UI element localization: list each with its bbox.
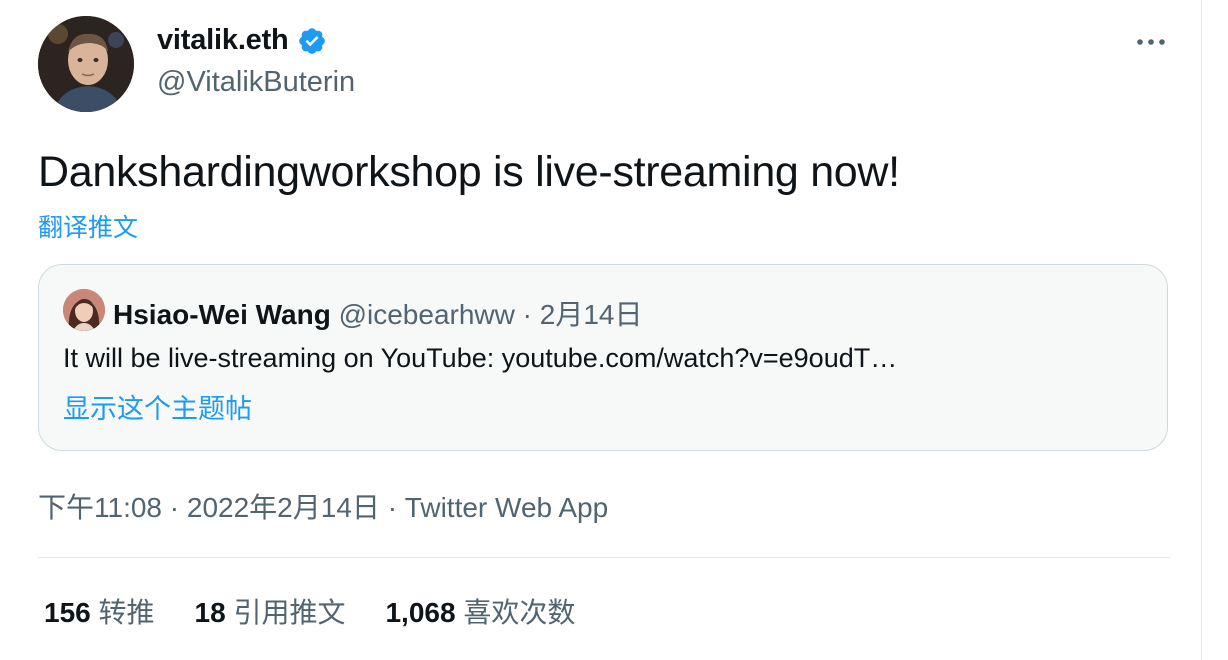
divider — [38, 557, 1170, 558]
more-options-icon[interactable] — [1134, 30, 1168, 54]
verified-badge-icon — [297, 26, 327, 56]
retweets-label: 转推 — [98, 597, 155, 628]
author-avatar-image — [38, 16, 134, 112]
author-display-name[interactable]: vitalik.eth — [157, 24, 289, 57]
author-name-row: vitalik.eth — [157, 24, 327, 57]
likes-stat[interactable]: 1,068 喜欢次数 — [385, 591, 575, 631]
quoted-author-avatar-image — [63, 289, 105, 331]
meta-separator-2: · — [387, 492, 398, 523]
tweet-card: vitalik.eth @VitalikButerin Danksharding… — [0, 0, 1202, 660]
likes-label: 喜欢次数 — [463, 597, 576, 628]
translate-tweet-link[interactable]: 翻译推文 — [38, 208, 138, 244]
quotes-count: 18 — [194, 597, 226, 628]
author-avatar[interactable] — [38, 16, 134, 112]
meta-separator: · — [169, 492, 180, 523]
tweet-time[interactable]: 下午11:08 — [38, 492, 162, 523]
quoted-tweet-date: 2月14日 — [539, 299, 643, 330]
quoted-author-avatar[interactable] — [63, 289, 105, 331]
retweets-count: 156 — [44, 597, 91, 628]
tweet-meta: 下午11:08 · 2022年2月14日 · Twitter Web App — [38, 486, 608, 526]
tweet-stats: 156 转推 18 引用推文 1,068 喜欢次数 — [44, 591, 575, 631]
show-thread-link[interactable]: 显示这个主题帖 — [63, 387, 252, 426]
retweets-stat[interactable]: 156 转推 — [44, 591, 155, 631]
quoted-author-handle: @icebearhww — [338, 299, 515, 330]
quotes-label: 引用推文 — [233, 597, 346, 628]
likes-count: 1,068 — [385, 597, 456, 628]
quoted-author-name: Hsiao-Wei Wang — [113, 299, 331, 330]
quoted-separator: · — [522, 299, 532, 330]
quoted-tweet-header: Hsiao-Wei Wang @icebearhww · 2月14日 — [113, 293, 642, 333]
quotes-stat[interactable]: 18 引用推文 — [195, 591, 346, 631]
quoted-tweet-text: It will be live-streaming on YouTube: yo… — [63, 343, 898, 373]
tweet-date[interactable]: 2022年2月14日 — [187, 492, 380, 523]
tweet-source[interactable]: Twitter Web App — [405, 492, 608, 523]
author-handle[interactable]: @VitalikButerin — [157, 66, 355, 99]
quoted-tweet[interactable]: Hsiao-Wei Wang @icebearhww · 2月14日 It wi… — [38, 264, 1168, 451]
tweet-text: Dankshardingworkshop is live-streaming n… — [38, 148, 900, 196]
